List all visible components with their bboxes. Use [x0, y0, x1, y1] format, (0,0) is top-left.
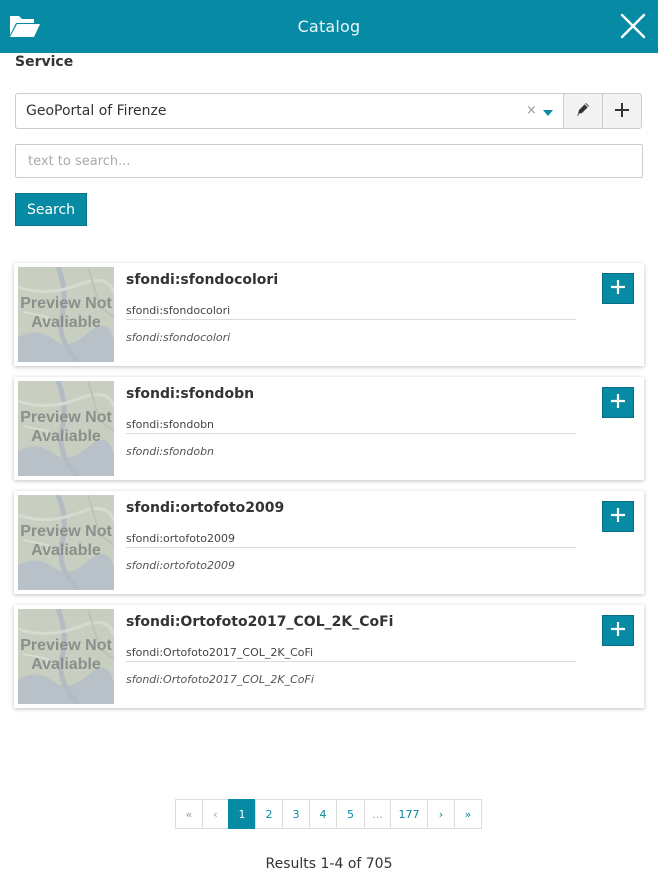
add-layer-button[interactable]	[602, 387, 634, 418]
service-label: Service	[15, 54, 74, 70]
result-description: sfondi:sfondobn	[126, 445, 215, 458]
result-card: Preview Not Avaliable sfondi:Ortofoto2017…	[14, 605, 644, 708]
pagination: « ‹ 1 2 3 4 5 ... 177 › »	[175, 799, 482, 829]
page-next[interactable]: ›	[427, 799, 455, 829]
thumbnail-text: Avaliable	[31, 314, 101, 331]
page-177[interactable]: 177	[390, 799, 428, 829]
thumbnail-text: Avaliable	[31, 542, 101, 559]
result-description: sfondi:Ortofoto2017_COL_2K_CoFi	[126, 673, 314, 686]
thumbnail-text: Preview Not	[20, 523, 112, 540]
edit-service-button[interactable]	[563, 93, 603, 129]
service-select[interactable]: GeoPortal of Firenze ×	[15, 93, 564, 129]
preview-thumbnail: Preview Not Avaliable	[18, 267, 114, 362]
caret-down-icon[interactable]	[543, 110, 553, 116]
page-1[interactable]: 1	[228, 799, 256, 829]
page-3[interactable]: 3	[282, 799, 310, 829]
results-count: Results 1-4 of 705	[265, 856, 393, 872]
plus-icon	[610, 621, 626, 641]
catalog-title: Catalog	[297, 17, 361, 36]
page-prev[interactable]: ‹	[202, 799, 229, 829]
page-4[interactable]: 4	[309, 799, 337, 829]
result-card: Preview Not Avaliable sfondi:sfondocolori…	[14, 263, 644, 366]
service-selected-value: GeoPortal of Firenze	[26, 103, 167, 119]
preview-thumbnail: Preview Not Avaliable	[18, 609, 114, 704]
result-title: sfondi:sfondocolori	[126, 272, 279, 288]
search-input[interactable]	[15, 144, 643, 178]
thumbnail-text: Preview Not	[20, 637, 112, 654]
clear-icon[interactable]: ×	[526, 103, 537, 118]
result-description: sfondi:sfondocolori	[126, 331, 231, 344]
page-first[interactable]: «	[175, 799, 203, 829]
result-title: sfondi:Ortofoto2017_COL_2K_CoFi	[126, 614, 394, 630]
result-name: sfondi:sfondocolori	[126, 304, 576, 320]
page-ellipsis: ...	[364, 799, 391, 829]
add-layer-button[interactable]	[602, 501, 634, 532]
preview-thumbnail: Preview Not Avaliable	[18, 381, 114, 476]
result-card: Preview Not Avaliable sfondi:ortofoto2009…	[14, 491, 644, 594]
plus-icon	[610, 507, 626, 527]
catalog-header: Catalog	[0, 0, 658, 53]
plus-icon	[610, 279, 626, 299]
add-layer-button[interactable]	[602, 273, 634, 304]
page-5[interactable]: 5	[336, 799, 365, 829]
page-2[interactable]: 2	[255, 799, 283, 829]
result-name: sfondi:sfondobn	[126, 418, 576, 434]
plus-icon	[614, 99, 630, 124]
preview-thumbnail: Preview Not Avaliable	[18, 495, 114, 590]
thumbnail-text: Avaliable	[31, 656, 101, 673]
result-name: sfondi:ortofoto2009	[126, 532, 576, 548]
pencil-icon	[575, 101, 591, 121]
result-card: Preview Not Avaliable sfondi:sfondobn sfo…	[14, 377, 644, 480]
close-icon[interactable]	[620, 13, 646, 39]
add-layer-button[interactable]	[602, 615, 634, 646]
result-title: sfondi:ortofoto2009	[126, 500, 285, 516]
result-title: sfondi:sfondobn	[126, 386, 255, 402]
thumbnail-text: Preview Not	[20, 295, 112, 312]
plus-icon	[610, 393, 626, 413]
add-service-button[interactable]	[602, 93, 642, 129]
result-description: sfondi:ortofoto2009	[126, 559, 235, 572]
search-button[interactable]: Search	[15, 193, 87, 226]
thumbnail-text: Preview Not	[20, 409, 112, 426]
result-name: sfondi:Ortofoto2017_COL_2K_CoFi	[126, 646, 576, 662]
page-last[interactable]: »	[454, 799, 482, 829]
thumbnail-text: Avaliable	[31, 428, 101, 445]
